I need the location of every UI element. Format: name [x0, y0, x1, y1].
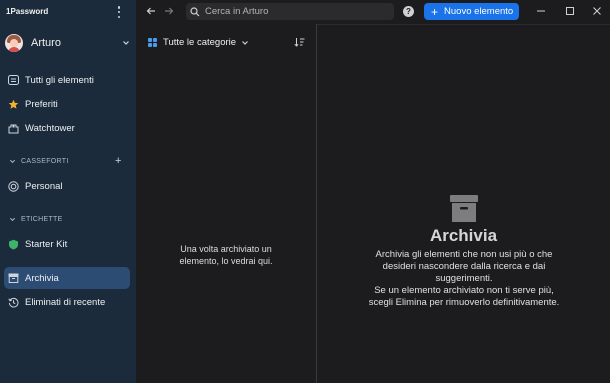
chevron-down-icon [242, 40, 248, 45]
item-list-pane: Tutte le categorie Una volta archiviato … [136, 24, 316, 383]
search-input[interactable]: Cerca in Arturo [186, 3, 394, 20]
back-arrow-icon[interactable] [145, 5, 157, 17]
description-line: Se un elemento archiviato non ti serve p… [374, 285, 554, 296]
chevron-down-icon[interactable] [9, 216, 16, 223]
sidebar: 1Password Arturo Tutti gli elementi Pref… [0, 0, 136, 383]
description-line: desideri nascondere dalla ricerca e dai [382, 261, 546, 272]
watchtower-icon [7, 122, 19, 134]
sort-icon[interactable] [294, 37, 305, 47]
sidebar-item-starter-kit[interactable]: Starter Kit [4, 233, 130, 255]
sidebar-item-label: Starter Kit [25, 238, 68, 250]
search-icon [190, 6, 200, 16]
close-icon[interactable] [591, 5, 603, 17]
sidebar-item-archive[interactable]: Archivia [4, 267, 130, 289]
top-bar: Cerca in Arturo ? + Nuovo elemento [136, 0, 610, 24]
all-items-icon [7, 74, 19, 86]
sidebar-item-label: Personal [25, 180, 63, 192]
vaults-section-header: CASSEFORTI + [9, 155, 121, 167]
empty-list-line: Una volta archiviato un [180, 244, 272, 254]
sidebar-item-label: Preferiti [25, 98, 58, 110]
sidebar-item-label: Watchtower [25, 122, 75, 134]
category-filter-label: Tutte le categorie [163, 37, 237, 48]
sidebar-item-label: Archivia [25, 272, 59, 284]
archive-box-icon [450, 195, 478, 222]
minimize-icon[interactable] [535, 5, 547, 17]
new-item-button[interactable]: + Nuovo elemento [424, 3, 519, 20]
maximize-icon[interactable] [564, 5, 576, 17]
sidebar-item-personal[interactable]: Personal [4, 175, 130, 197]
sidebar-item-label: Eliminati di recente [25, 296, 106, 308]
plus-icon: + [431, 4, 439, 19]
more-options-icon[interactable] [114, 5, 124, 19]
empty-list-message: Una volta archiviato un elemento, lo ved… [136, 243, 316, 267]
empty-list-line: elemento, lo vedrai qui. [179, 256, 273, 266]
vault-icon [7, 180, 19, 192]
chevron-down-icon [123, 41, 129, 45]
search-placeholder: Cerca in Arturo [205, 6, 269, 17]
app-title: 1Password [6, 7, 49, 16]
category-filter[interactable]: Tutte le categorie [148, 37, 249, 48]
sidebar-item-all-items[interactable]: Tutti gli elementi [4, 69, 130, 91]
description-line: suggerimenti. [435, 273, 493, 284]
help-icon[interactable]: ? [403, 6, 414, 17]
archive-icon [7, 272, 19, 284]
sidebar-item-label: Tutti gli elementi [25, 74, 94, 86]
forward-arrow-icon[interactable] [163, 5, 175, 17]
empty-state-title: Archivia [429, 226, 498, 245]
categories-grid-icon [148, 38, 157, 47]
add-vault-icon[interactable]: + [115, 155, 122, 167]
new-item-label: Nuovo elemento [444, 6, 514, 17]
chevron-down-icon[interactable] [9, 158, 16, 165]
empty-state-description: Archivia gli elementi che non usi più o … [331, 249, 597, 309]
tags-section-header: ETICHETTE [9, 216, 63, 223]
tag-icon [7, 238, 19, 250]
vaults-header-label: CASSEFORTI [21, 158, 69, 165]
account-name: Arturo [31, 37, 61, 49]
sidebar-item-watchtower[interactable]: Watchtower [4, 117, 130, 139]
history-icon [7, 296, 19, 308]
account-switcher[interactable]: Arturo [4, 33, 130, 53]
detail-pane: Archivia Archivia gli elementi che non u… [317, 25, 610, 383]
tags-header-label: ETICHETTE [21, 216, 63, 223]
description-line: Archivia gli elementi che non usi più o … [375, 249, 553, 260]
sidebar-item-favorites[interactable]: Preferiti [4, 93, 130, 115]
sidebar-item-recently-deleted[interactable]: Eliminati di recente [4, 291, 130, 313]
description-line: scegli Elimina per rimuoverlo definitiva… [368, 297, 560, 308]
avatar [5, 34, 23, 52]
star-icon [7, 98, 19, 110]
